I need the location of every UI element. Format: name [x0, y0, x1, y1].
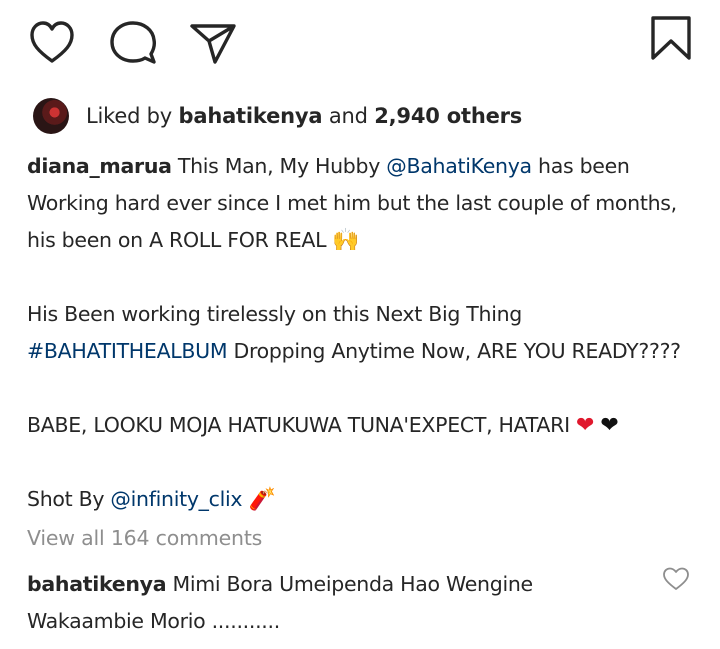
caption-author[interactable]: diana_marua — [27, 154, 172, 178]
mention-link[interactable]: @infinity_clix — [110, 487, 242, 511]
caption-text: Dropping Anytime Now, ARE YOU READY???? — [233, 339, 682, 363]
caption-text: His Been working tirelessly on this Next… — [27, 302, 523, 326]
likes-conjunction: and — [328, 104, 368, 128]
caption-text: This Man, My Hubby — [177, 154, 381, 178]
likes-prefix: Liked by — [86, 104, 173, 128]
paper-plane-icon[interactable] — [188, 18, 238, 68]
likes-text: Liked by bahatikenya and 2,940 others — [86, 104, 522, 128]
comment-username[interactable]: bahatikenya — [27, 572, 167, 596]
caption-paragraph: Shot By @infinity_clix 🧨 — [27, 481, 692, 518]
avatar[interactable] — [33, 98, 69, 134]
bookmark-icon[interactable] — [646, 14, 696, 64]
raising-hands-emoji: 🙌 — [332, 228, 360, 253]
comment-like-heart-icon[interactable] — [662, 566, 690, 592]
post-action-bar — [0, 0, 720, 88]
caption-text: BABE, LOOKU MOJA HATUKUWA TUNA'EXPECT, H… — [27, 413, 570, 437]
caption-paragraph: diana_marua This Man, My Hubby @BahatiKe… — [27, 148, 692, 259]
caption-paragraph: His Been working tirelessly on this Next… — [27, 296, 692, 370]
comment-bubble-icon[interactable] — [108, 18, 158, 68]
black-heart-emoji: ❤ — [600, 413, 619, 438]
heart-outline-icon[interactable] — [27, 18, 77, 68]
red-heart-emoji: ❤ — [576, 413, 595, 438]
likes-summary: Liked by bahatikenya and 2,940 others — [33, 96, 522, 136]
caption-text: Shot By — [27, 487, 105, 511]
caption-paragraph: BABE, LOOKU MOJA HATUKUWA TUNA'EXPECT, H… — [27, 407, 692, 444]
mention-link[interactable]: @BahatiKenya — [386, 154, 532, 178]
firecracker-emoji: 🧨 — [248, 487, 276, 512]
liker-username[interactable]: bahatikenya — [179, 104, 323, 128]
comment-item: bahatikenya Mimi Bora Umeipenda Hao Weng… — [27, 566, 642, 640]
view-all-comments-link[interactable]: View all 164 comments — [27, 526, 262, 550]
hashtag-link[interactable]: #BAHATITHEALBUM — [27, 339, 228, 363]
likes-others-count[interactable]: 2,940 others — [374, 104, 522, 128]
post-caption: diana_marua This Man, My Hubby @BahatiKe… — [27, 148, 692, 518]
